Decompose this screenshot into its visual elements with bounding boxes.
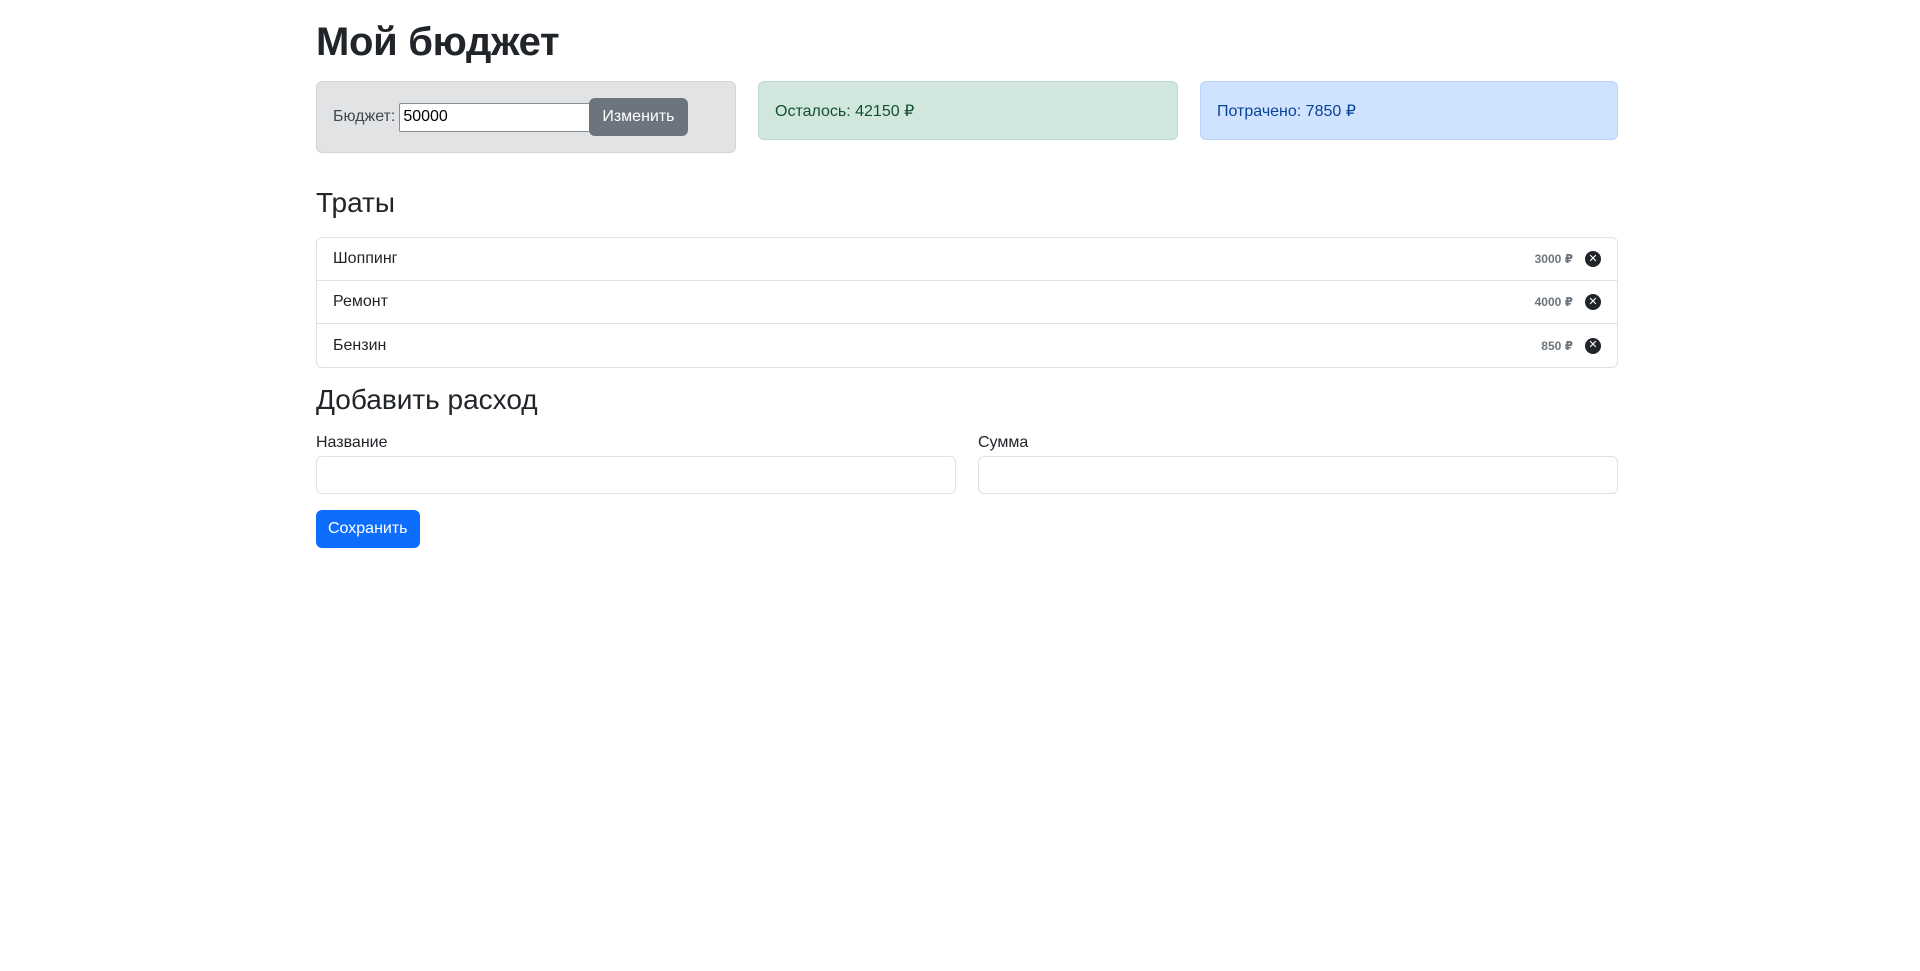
add-expense-title: Добавить расход: [316, 384, 538, 415]
expense-amount: 3000 ₽: [1534, 252, 1573, 266]
sum-field-group: Сумма: [978, 434, 1618, 494]
spent-text: Потрачено: 7850 ₽: [1217, 102, 1356, 120]
save-button[interactable]: Сохранить: [316, 510, 420, 548]
change-budget-button[interactable]: Изменить: [589, 98, 688, 136]
page-title: Мой бюджет: [316, 20, 560, 64]
delete-icon[interactable]: ✕: [1585, 337, 1601, 354]
expense-name: Ремонт: [333, 293, 388, 310]
remaining-card: Осталось: 42150 ₽: [758, 81, 1178, 140]
expense-amount: 850 ₽: [1541, 338, 1573, 353]
budget-card: Бюджет: Изменить: [316, 81, 736, 153]
name-input[interactable]: [316, 456, 956, 494]
list-item: Бензин 850 ₽ ✕: [317, 324, 1617, 367]
name-field-group: Название: [316, 434, 956, 494]
sum-label: Сумма: [978, 434, 1029, 451]
delete-icon[interactable]: ✕: [1585, 251, 1601, 267]
name-label: Название: [316, 434, 388, 451]
list-item: Ремонт 4000 ₽ ✕: [317, 281, 1617, 324]
expense-name: Бензин: [333, 336, 387, 354]
expense-name: Шоппинг: [333, 250, 398, 267]
expenses-list: Шоппинг 3000 ₽ ✕ Ремонт 4000 ₽ ✕ Бензин …: [316, 237, 1618, 368]
expenses-title: Траты: [316, 187, 396, 218]
remaining-text: Осталось: 42150 ₽: [775, 102, 915, 120]
expense-amount: 4000 ₽: [1534, 295, 1573, 309]
list-item: Шоппинг 3000 ₽ ✕: [317, 238, 1617, 281]
delete-icon[interactable]: ✕: [1585, 294, 1601, 310]
spent-card: Потрачено: 7850 ₽: [1200, 81, 1618, 140]
budget-label: Бюджет:: [333, 108, 396, 125]
sum-input[interactable]: [978, 456, 1618, 494]
budget-input[interactable]: [399, 102, 592, 132]
